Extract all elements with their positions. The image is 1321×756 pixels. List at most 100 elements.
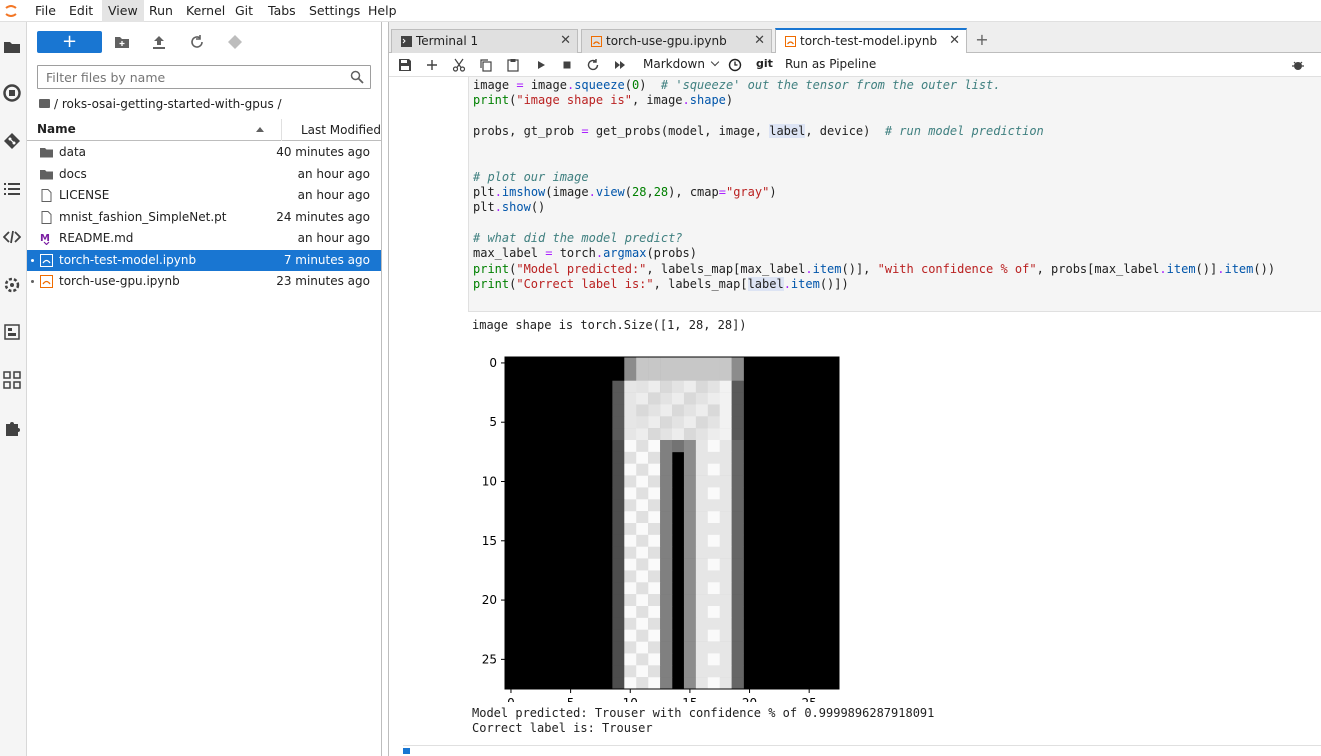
- pixel-cell: [707, 629, 721, 642]
- fast-forward-icon[interactable]: [613, 58, 627, 72]
- pixel-cell: [695, 677, 709, 690]
- tab-torch-use-gpu[interactable]: torch-use-gpu.ipynb ✕: [581, 29, 772, 53]
- cut-icon[interactable]: [452, 58, 466, 72]
- toc-icon[interactable]: [3, 180, 21, 198]
- menu-tabs[interactable]: Tabs: [262, 0, 302, 22]
- tab-terminal-1[interactable]: Terminal 1 ✕: [391, 29, 578, 53]
- menu-edit[interactable]: Edit: [63, 0, 99, 22]
- scrollbar-thumb[interactable]: [403, 748, 410, 754]
- breadcrumb-path[interactable]: / roks-osai-getting-started-with-gpus /: [54, 97, 282, 111]
- file-row[interactable]: mnist_fashion_SimpleNet.pt 24 minutes ago: [27, 207, 381, 228]
- upload-icon[interactable]: [151, 34, 167, 50]
- file-row[interactable]: docs an hour ago: [27, 164, 381, 185]
- property-inspector-icon[interactable]: [3, 276, 21, 294]
- run-as-pipeline-button[interactable]: Run as Pipeline: [785, 55, 876, 73]
- notebook-panel[interactable]: image = image.squeeze(0) # 'squeeze' out…: [389, 77, 1321, 756]
- git-icon[interactable]: [3, 132, 21, 150]
- restart-icon[interactable]: [586, 58, 600, 72]
- close-icon[interactable]: ✕: [560, 30, 571, 52]
- save-icon[interactable]: [398, 58, 412, 72]
- components-icon[interactable]: [3, 371, 21, 389]
- breadcrumb[interactable]: / roks-osai-getting-started-with-gpus /: [39, 97, 282, 111]
- pixel-cell: [648, 416, 661, 429]
- pixel-cell: [707, 451, 721, 465]
- folder-icon[interactable]: [3, 38, 21, 56]
- tab-torch-test-model[interactable]: torch-test-model.ipynb ✕: [775, 28, 967, 53]
- pixel-cell: [648, 570, 661, 583]
- clock-icon[interactable]: [728, 58, 742, 72]
- pixel-cell: [695, 570, 709, 583]
- pixel-cell: [648, 440, 661, 453]
- filter-files-field[interactable]: [37, 65, 371, 89]
- pixel-cell: [612, 499, 625, 512]
- sort-ascending-icon[interactable]: [256, 127, 264, 132]
- pixel-cell: [695, 428, 709, 441]
- pixel-cell: [683, 416, 697, 429]
- close-icon[interactable]: ✕: [754, 30, 765, 52]
- pixel-cell: [707, 357, 721, 370]
- pixel-cell: [707, 617, 721, 631]
- git-clone-icon[interactable]: [227, 34, 243, 50]
- column-name-header[interactable]: Name: [37, 122, 76, 136]
- stop-icon[interactable]: [560, 58, 574, 72]
- kernel-settings-icon[interactable]: [1291, 58, 1305, 72]
- menu-kernel[interactable]: Kernel: [180, 0, 231, 22]
- copy-icon[interactable]: [479, 58, 493, 72]
- new-launcher-button[interactable]: +: [37, 31, 102, 53]
- search-icon: [350, 70, 364, 84]
- add-tab-button[interactable]: +: [971, 30, 993, 52]
- pixel-cell: [707, 546, 721, 559]
- filter-files-input[interactable]: [38, 66, 338, 88]
- file-list-header: Name Last Modified: [27, 119, 381, 141]
- paste-icon[interactable]: [506, 58, 520, 72]
- file-name: README.md: [59, 231, 134, 245]
- pixel-cell: [683, 380, 697, 393]
- cell-type-dropdown[interactable]: Markdown: [643, 55, 720, 73]
- code-line: plt.show(): [473, 200, 546, 214]
- pixel-cell: [683, 546, 697, 559]
- menu-view[interactable]: View: [102, 0, 144, 22]
- menu-help[interactable]: Help: [362, 0, 403, 22]
- extensions-icon[interactable]: [3, 419, 21, 437]
- code-line: # what did the model predict?: [473, 231, 683, 245]
- menu-run[interactable]: Run: [143, 0, 179, 22]
- pixel-cell: [624, 677, 637, 690]
- file-row[interactable]: LICENSE an hour ago: [27, 185, 381, 206]
- y-tick-label: 20: [482, 593, 497, 607]
- pixel-cell: [660, 534, 673, 548]
- pixel-cell: [612, 558, 625, 571]
- file-row[interactable]: M README.md an hour ago: [27, 228, 381, 249]
- git-diff-button[interactable]: git: [756, 55, 773, 73]
- pixel-cell: [683, 428, 697, 441]
- pipeline-icon[interactable]: [3, 323, 21, 341]
- menu-file[interactable]: File: [29, 0, 62, 22]
- pixel-cell: [719, 357, 732, 370]
- file-row[interactable]: torch-test-model.ipynb 7 minutes ago: [27, 249, 381, 271]
- file-row[interactable]: torch-use-gpu.ipynb 23 minutes ago: [27, 271, 381, 292]
- run-icon[interactable]: [534, 58, 548, 72]
- running-icon[interactable]: [3, 84, 21, 102]
- file-row[interactable]: data 40 minutes ago: [27, 142, 381, 163]
- menu-git[interactable]: Git: [229, 0, 259, 22]
- refresh-icon[interactable]: [189, 34, 205, 50]
- code-line: print("Correct label is:", labels_map[la…: [473, 277, 849, 291]
- new-folder-icon[interactable]: [114, 34, 130, 50]
- pixel-cell: [719, 534, 732, 548]
- pixel-cell: [695, 665, 709, 678]
- pixel-cell: [648, 665, 661, 678]
- pixel-cell: [695, 606, 709, 619]
- pixel-cell: [683, 463, 697, 476]
- home-folder-icon[interactable]: [39, 99, 50, 108]
- horizontal-scrollbar[interactable]: [403, 745, 1321, 756]
- pixel-cell: [636, 629, 649, 642]
- pixel-cell: [683, 665, 697, 678]
- pixel-cell: [683, 653, 697, 666]
- menu-settings[interactable]: Settings: [303, 0, 366, 22]
- code-snippets-icon[interactable]: [3, 228, 21, 246]
- code-cell-editor[interactable]: image = image.squeeze(0) # 'squeeze' out…: [468, 77, 1321, 312]
- pixel-cell: [695, 558, 709, 571]
- pixel-cell: [731, 665, 744, 678]
- insert-cell-icon[interactable]: [425, 58, 439, 72]
- column-modified-header[interactable]: Last Modified: [281, 119, 381, 141]
- close-icon[interactable]: ✕: [949, 30, 960, 52]
